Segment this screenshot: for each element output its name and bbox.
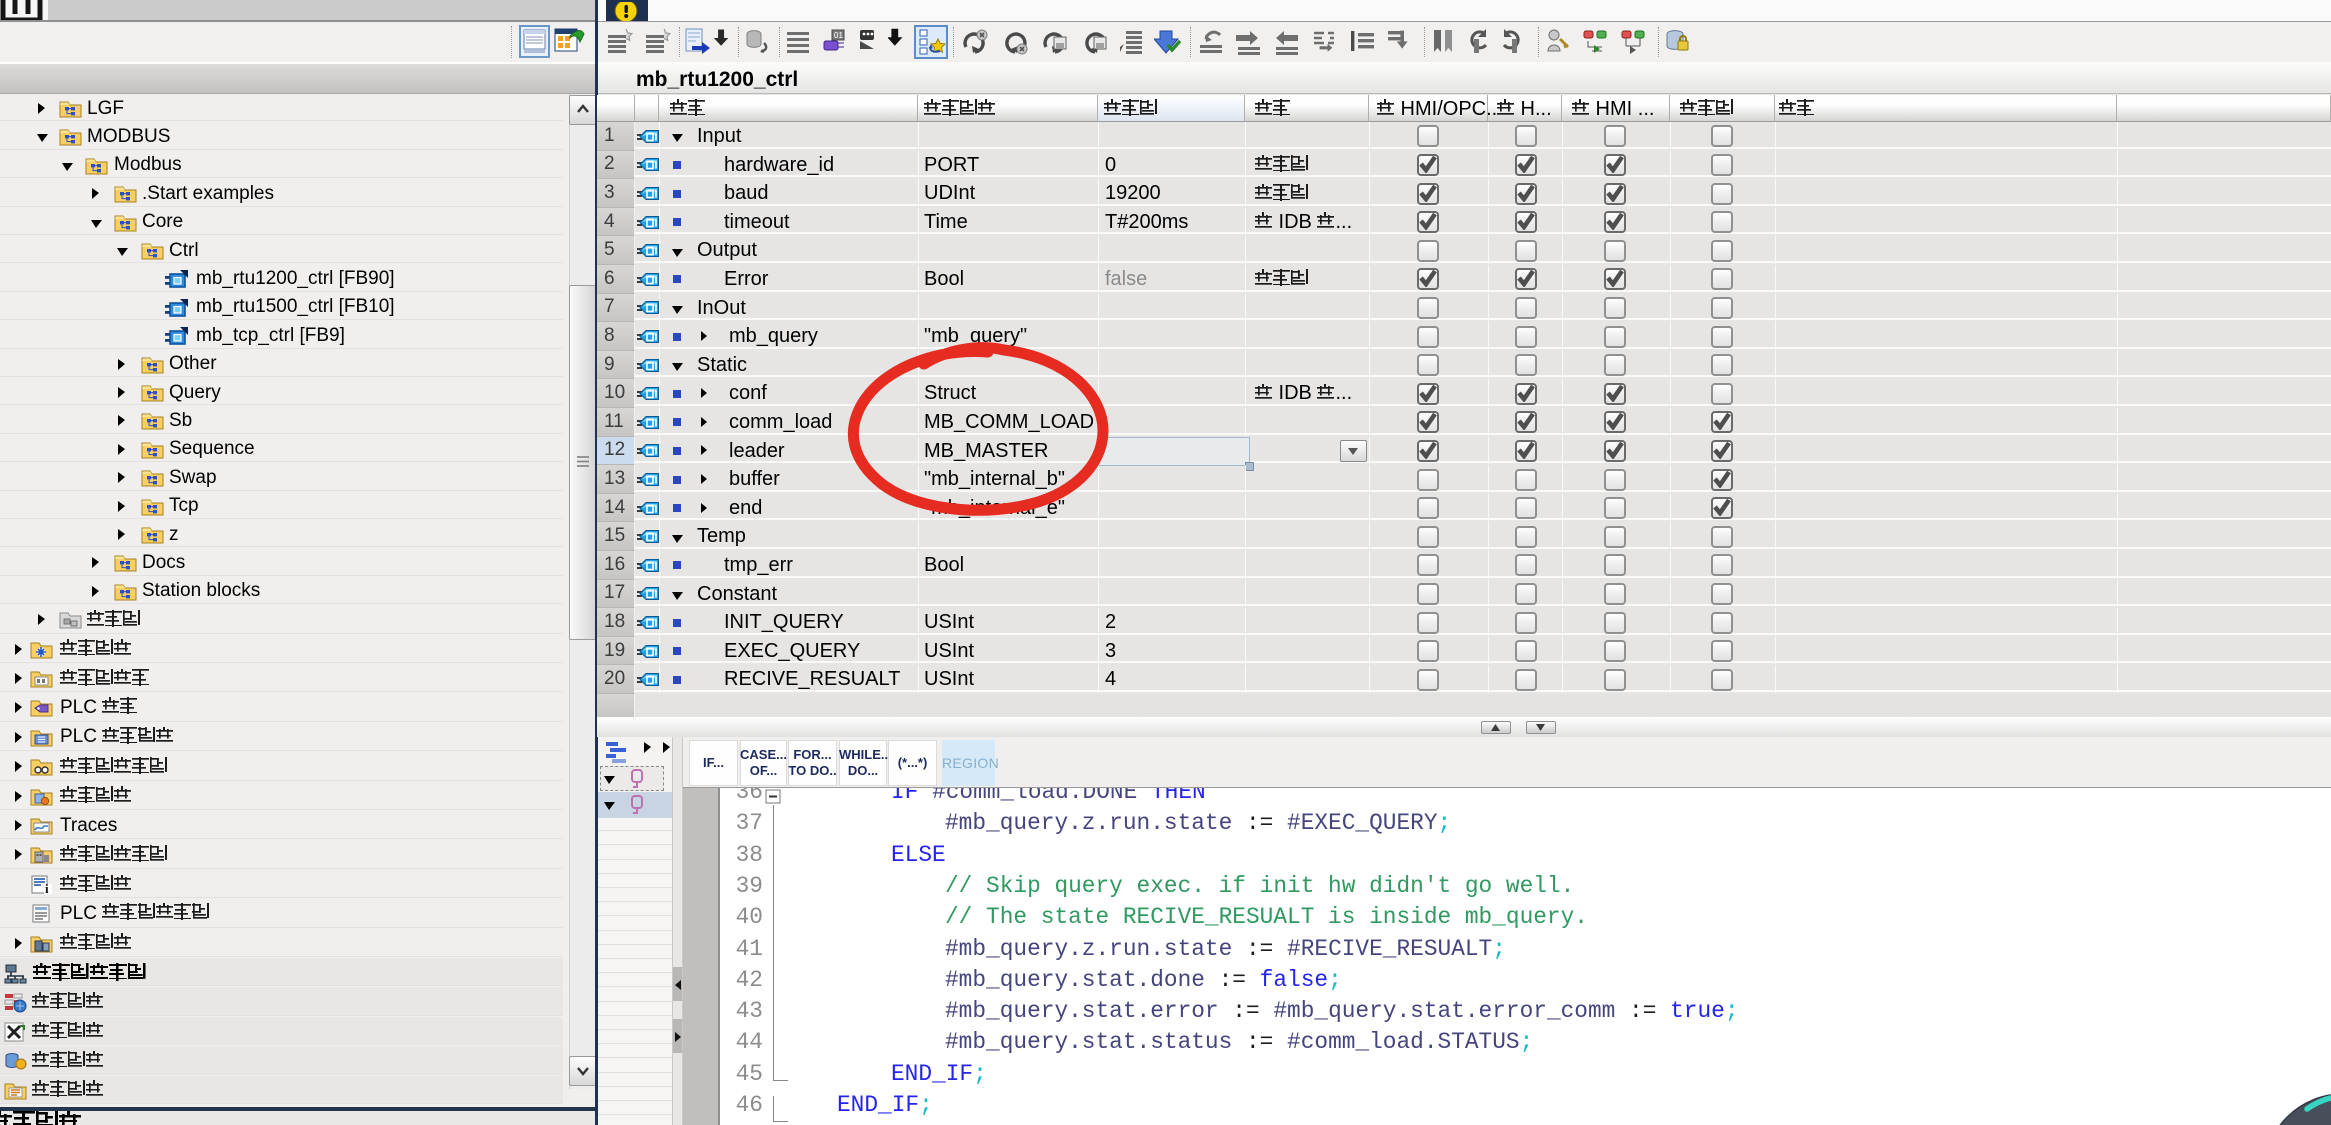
svg-text:i: i: [45, 881, 49, 895]
svg-text:01: 01: [834, 31, 843, 40]
